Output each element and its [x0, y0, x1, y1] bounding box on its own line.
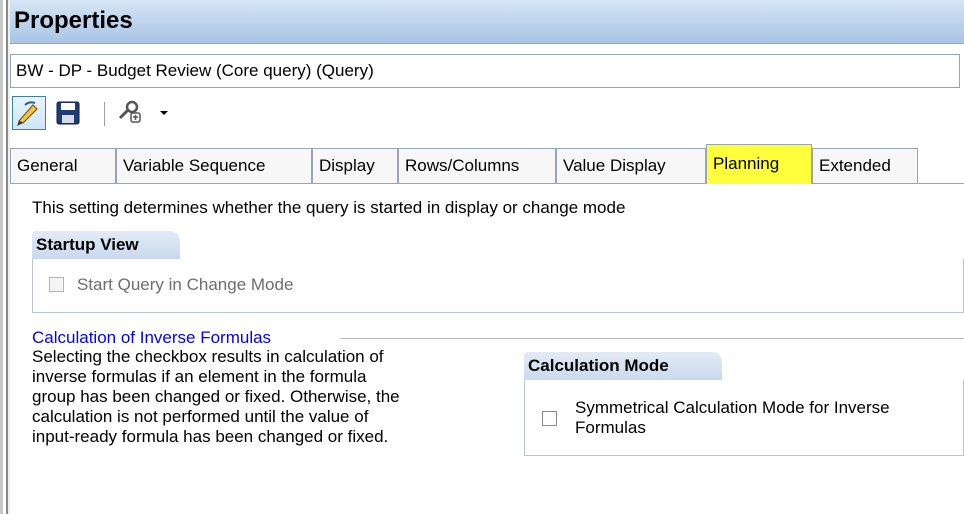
description-line: calculation is not performed until the v…	[32, 407, 369, 426]
window-title: Properties	[14, 7, 133, 34]
symmetrical-calc-label: Symmetrical Calculation Mode for Inverse…	[575, 398, 890, 438]
save-disk-icon	[56, 101, 80, 125]
calculation-mode-header: Calculation Mode	[524, 352, 722, 380]
pencil-edit-icon	[17, 101, 38, 126]
startup-view-group: Start Query in Change Mode	[32, 259, 964, 313]
inverse-formulas-description: Selecting the checkbox results in calcul…	[32, 347, 512, 447]
startup-view-header: Startup View	[32, 231, 180, 259]
save-button[interactable]	[52, 96, 86, 130]
description-line: group has been changed or fixed. Otherwi…	[32, 387, 400, 406]
description-line: Selecting the checkbox results in calcul…	[32, 347, 384, 366]
tab-planning[interactable]: Planning	[706, 144, 812, 184]
tab-strip: General Variable Sequence Display Rows/C…	[10, 144, 964, 184]
tab-rows-columns[interactable]: Rows/Columns	[398, 148, 556, 183]
symmetrical-calc-label-line: Symmetrical Calculation Mode for Inverse	[575, 398, 890, 417]
description-line: input-ready formula has been changed or …	[32, 427, 389, 446]
start-change-mode-label: Start Query in Change Mode	[77, 275, 294, 294]
query-name-text: BW - DP - Budget Review (Core query) (Qu…	[16, 61, 374, 80]
tab-general[interactable]: General	[10, 148, 116, 183]
toolbar-separator	[104, 102, 105, 126]
description-line: inverse formulas if an element in the fo…	[32, 367, 367, 386]
inverse-formulas-divider	[340, 338, 964, 339]
symmetrical-calc-checkbox[interactable]	[542, 411, 557, 426]
start-change-mode-checkbox[interactable]	[49, 277, 64, 292]
window-left-border	[0, 0, 10, 514]
chevron-down-icon[interactable]	[160, 111, 168, 115]
query-name-field[interactable]: BW - DP - Budget Review (Core query) (Qu…	[10, 54, 960, 88]
inverse-formulas-legend: Calculation of Inverse Formulas	[32, 328, 276, 348]
properties-titlebar: Properties	[10, 0, 964, 44]
toolbar	[12, 96, 312, 136]
symmetrical-calc-label-line: Formulas	[575, 418, 646, 437]
tab-extended[interactable]: Extended	[812, 148, 918, 183]
edit-button[interactable]	[12, 96, 46, 130]
tab-value-display[interactable]: Value Display	[556, 148, 706, 183]
tools-button[interactable]	[114, 96, 148, 130]
tools-wrench-icon	[118, 100, 141, 123]
planning-tab-panel: This setting determines whether the quer…	[10, 184, 964, 514]
calculation-mode-group: Symmetrical Calculation Mode for Inverse…	[524, 380, 964, 456]
tab-variable-sequence[interactable]: Variable Sequence	[116, 148, 312, 183]
planning-intro-text: This setting determines whether the quer…	[32, 198, 626, 217]
tab-display[interactable]: Display	[312, 148, 398, 183]
